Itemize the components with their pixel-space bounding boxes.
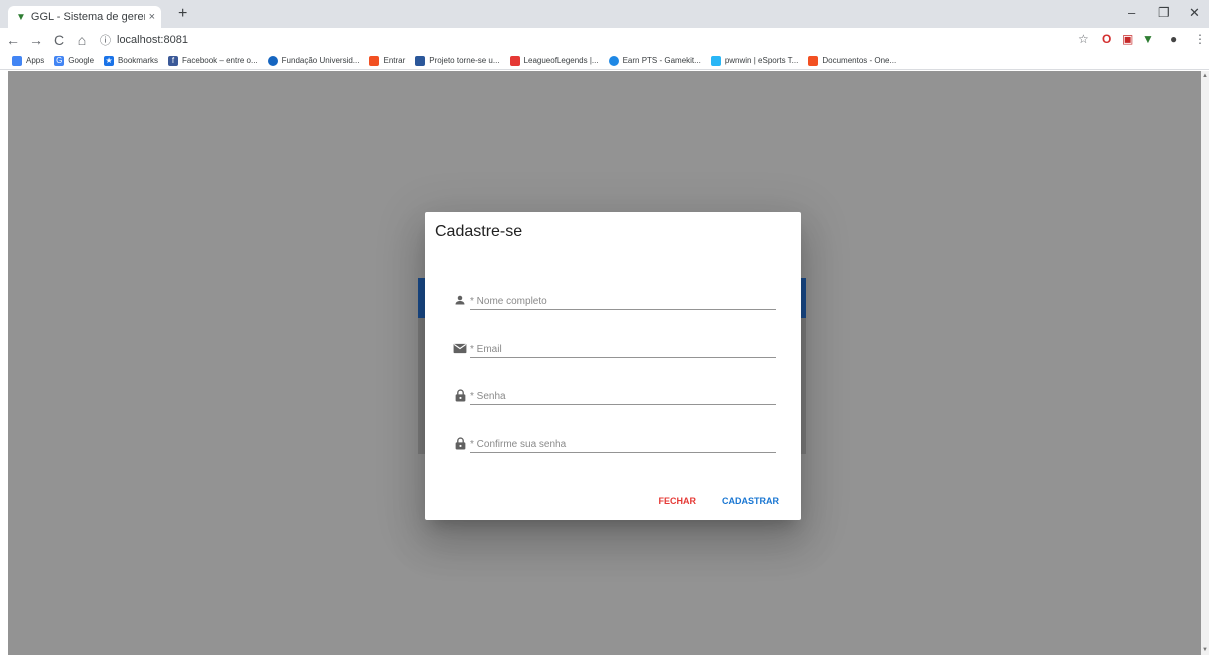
pwnwin-icon (710, 55, 721, 66)
bookmark-gamekit[interactable]: Earn PTS - Gamekit... (608, 55, 701, 66)
browser-toolbar: ← → C ⌂ ⓘ localhost:8081 (0, 28, 1209, 52)
name-underline (470, 309, 776, 310)
modal-overlay[interactable]: Cadastre-se * Nome completo * Email FECH… (8, 71, 1201, 655)
bookmark-entrar[interactable]: Entrar (369, 55, 405, 66)
apps-icon (12, 55, 22, 66)
scroll-up-icon[interactable]: ▲ (1202, 73, 1208, 79)
pdf-extension-icon[interactable]: ▣ (1122, 32, 1133, 46)
facebook-icon: f (168, 55, 179, 66)
tab-close-icon[interactable]: × (149, 11, 155, 23)
site-icon (267, 55, 278, 66)
microsoft-icon (808, 55, 819, 66)
google-icon: G (54, 55, 65, 66)
bookmark-leagueoflegends[interactable]: LeagueofLegends |... (509, 55, 599, 66)
page-left-margin (0, 71, 8, 655)
dialog-actions: FECHAR CADASTRAR (651, 494, 788, 508)
minimize-button[interactable]: – (1128, 5, 1135, 20)
scrollbar[interactable]: ▲ ▼ (1201, 71, 1209, 655)
confirm-password-input[interactable] (470, 439, 776, 450)
new-tab-button[interactable]: + (178, 5, 187, 23)
opera-extension-icon[interactable]: O (1102, 32, 1111, 46)
bookmark-facebook[interactable]: f Facebook – entre o... (168, 55, 258, 66)
password-underline (470, 404, 776, 405)
back-button[interactable]: ← (3, 32, 23, 48)
password-field (449, 379, 777, 405)
document-icon (415, 55, 426, 66)
gamekit-icon (608, 55, 619, 66)
lock-icon (449, 385, 471, 405)
vue-devtools-icon[interactable]: ▼ (1142, 32, 1154, 46)
bookmark-bookmarks[interactable]: ★ Bookmarks (104, 55, 158, 66)
info-icon[interactable]: ⓘ (100, 32, 111, 48)
forward-button[interactable]: → (26, 32, 46, 48)
email-underline (470, 357, 776, 358)
vue-favicon-icon: ▼ (16, 11, 26, 23)
password-input[interactable] (470, 391, 776, 402)
bookmark-star-icon[interactable]: ☆ (1078, 32, 1089, 46)
bookmark-google[interactable]: G Google (54, 55, 94, 66)
bookmark-fundacao[interactable]: Fundação Universid... (267, 55, 359, 66)
bookmarks-bar: Apps G Google ★ Bookmarks f Facebook – entr… (0, 52, 1209, 70)
register-button[interactable]: CADASTRAR (714, 494, 787, 508)
dialog-title: Cadastre-se (435, 223, 523, 240)
microsoft-icon (369, 55, 380, 66)
lol-icon (509, 55, 520, 66)
reload-button[interactable]: C (49, 32, 69, 48)
confirm-password-field (449, 427, 777, 453)
email-input[interactable] (470, 344, 776, 355)
page-viewport: Cadastre-se * Nome completo * Email FECH… (0, 71, 1209, 655)
window-close-button[interactable]: ✕ (1189, 5, 1200, 21)
bookmark-pwnwin[interactable]: pwnwin | eSports T... (710, 55, 798, 66)
bookmark-documentos[interactable]: Documentos - One... (808, 55, 896, 66)
name-input[interactable] (470, 296, 776, 307)
browser-tab[interactable]: ▼ GGL - Sistema de gerenciament × (8, 6, 161, 28)
bookmark-apps[interactable]: Apps (12, 55, 44, 66)
name-field (449, 284, 777, 310)
address-bar[interactable]: ⓘ localhost:8081 (100, 32, 188, 48)
menu-icon[interactable]: ⋮ (1194, 32, 1206, 46)
tab-title: GGL - Sistema de gerenciament (30, 11, 145, 23)
close-button[interactable]: FECHAR (651, 494, 705, 508)
bookmark-projeto[interactable]: Projeto torne-se u... (415, 55, 500, 66)
email-field (449, 332, 777, 358)
url-text: localhost:8081 (117, 34, 188, 46)
restore-button[interactable]: ❐ (1158, 5, 1170, 21)
star-icon: ★ (104, 55, 115, 66)
tab-strip: ▼ GGL - Sistema de gerenciament × + – ❐ … (0, 0, 1209, 28)
signup-dialog: Cadastre-se * Nome completo * Email FECH… (425, 212, 801, 520)
home-button[interactable]: ⌂ (72, 32, 92, 48)
email-icon (449, 338, 471, 358)
lock-icon (449, 433, 471, 453)
confirm-password-underline (470, 452, 776, 453)
profile-avatar-icon[interactable]: ● (1170, 32, 1177, 46)
person-icon (449, 290, 471, 310)
scroll-down-icon[interactable]: ▼ (1202, 647, 1208, 653)
